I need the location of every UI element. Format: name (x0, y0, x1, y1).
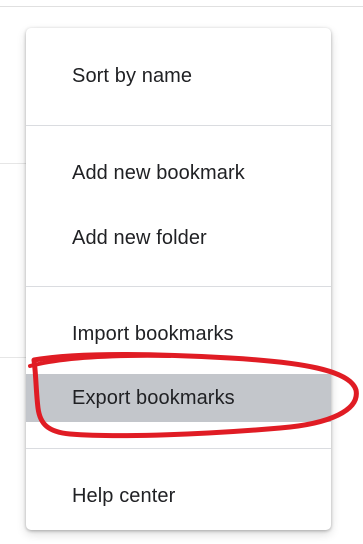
menu-item-help-center[interactable]: Help center (26, 472, 331, 520)
menu-separator (26, 448, 331, 449)
menu-item-import-bookmarks[interactable]: Import bookmarks (26, 310, 331, 358)
menu-separator (26, 125, 331, 126)
menu-item-add-new-bookmark[interactable]: Add new bookmark (26, 149, 331, 197)
menu-item-add-new-folder[interactable]: Add new folder (26, 214, 331, 262)
menu-item-sort-by-name[interactable]: Sort by name (26, 52, 331, 100)
bookmarks-options-menu: Sort by name Add new bookmark Add new fo… (26, 28, 331, 530)
background-divider-top (0, 6, 363, 7)
menu-separator (26, 286, 331, 287)
background-divider-middle (0, 163, 26, 164)
menu-item-export-bookmarks[interactable]: Export bookmarks (26, 374, 331, 422)
